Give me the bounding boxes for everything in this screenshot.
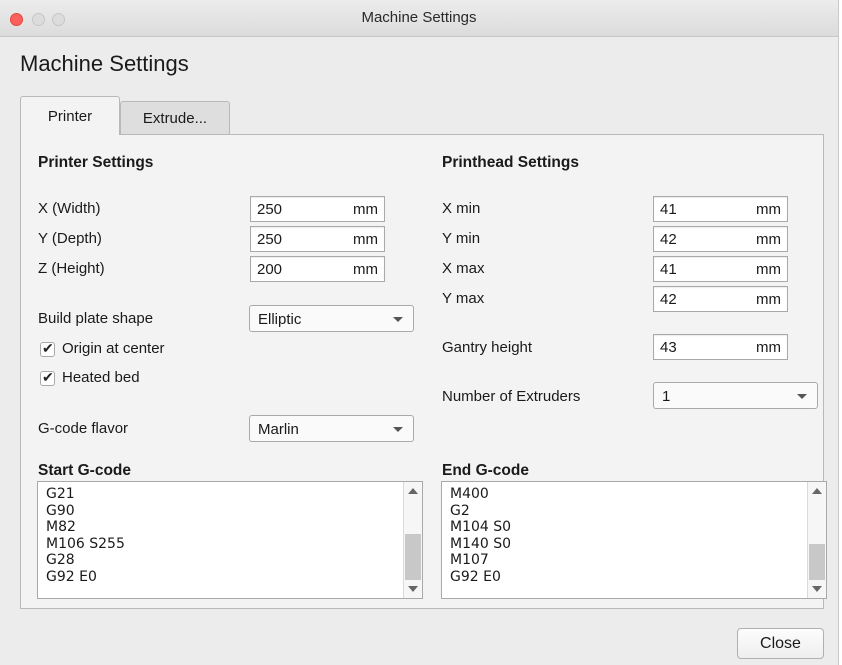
y-max-field[interactable]: 42 mm [653, 286, 788, 312]
code-line: M400 [450, 486, 489, 502]
scroll-down-arrow-icon[interactable] [408, 586, 418, 592]
printer-settings-heading: Printer Settings [38, 154, 154, 171]
y-min-field[interactable]: 42 mm [653, 226, 788, 252]
x-max-field[interactable]: 41 mm [653, 256, 788, 282]
printer-tab-panel: Printer Settings X (Width) 250 mm Y (Dep… [20, 134, 827, 609]
end-gcode-heading: End G-code [442, 462, 529, 479]
scroll-thumb[interactable] [405, 534, 421, 580]
x-width-value: 250 [257, 201, 283, 218]
build-plate-shape-value: Elliptic [258, 311, 302, 328]
code-line: G92 E0 [450, 568, 501, 585]
x-max-label: X max [442, 260, 485, 277]
gcode-flavor-value: Marlin [258, 421, 299, 438]
scroll-thumb[interactable] [809, 544, 825, 580]
y-max-value: 42 [660, 291, 677, 308]
code-line: M104 S0 [450, 519, 512, 535]
z-height-field[interactable]: 200 mm [250, 256, 385, 282]
scroll-down-arrow-icon[interactable] [812, 586, 822, 592]
z-height-unit: mm [353, 261, 378, 278]
x-min-label: X min [442, 200, 481, 217]
scroll-up-arrow-icon[interactable] [408, 488, 418, 494]
gantry-height-label: Gantry height [442, 339, 533, 356]
y-min-unit: mm [756, 231, 781, 248]
x-max-unit: mm [756, 261, 781, 278]
y-min-value: 42 [660, 231, 677, 248]
start-gcode-scrollbar[interactable] [403, 482, 422, 598]
chevron-down-icon [797, 394, 807, 399]
chevron-down-icon [393, 427, 403, 432]
checkmark-icon: ✔ [42, 340, 54, 356]
code-line: G28 [46, 552, 75, 568]
chevron-down-icon [393, 317, 403, 322]
x-min-unit: mm [756, 201, 781, 218]
machine-settings-window: Machine Settings Machine Settings Printe… [0, 0, 839, 665]
y-max-unit: mm [756, 291, 781, 308]
close-button[interactable]: Close [737, 628, 824, 659]
printhead-settings-heading: Printhead Settings [442, 154, 579, 171]
start-gcode-lines: G21 G90 M82 M106 S255 G28 G92 E0 [46, 486, 125, 585]
title-bar: Machine Settings [0, 0, 838, 37]
start-gcode-heading: Start G-code [38, 462, 132, 479]
code-line: M82 [46, 519, 76, 535]
code-line: M107 [450, 552, 489, 568]
window-title: Machine Settings [361, 9, 477, 26]
x-min-field[interactable]: 41 mm [653, 196, 788, 222]
page-title: Machine Settings [20, 51, 189, 76]
z-height-value: 200 [257, 261, 283, 278]
origin-at-center-label[interactable]: Origin at center [62, 340, 165, 357]
code-line: G90 [46, 502, 75, 519]
scroll-up-arrow-icon[interactable] [812, 488, 822, 494]
z-height-label: Z (Height) [38, 260, 105, 277]
gantry-height-field[interactable]: 43 mm [653, 334, 788, 360]
y-max-label: Y max [442, 290, 485, 307]
gantry-height-value: 43 [660, 339, 677, 356]
x-width-field[interactable]: 250 mm [250, 196, 385, 222]
x-max-value: 41 [660, 261, 677, 278]
gcode-flavor-label: G-code flavor [38, 420, 129, 437]
code-line: G2 [450, 502, 470, 519]
gantry-height-unit: mm [756, 339, 781, 356]
build-plate-shape-label: Build plate shape [38, 310, 154, 327]
heated-bed-checkbox[interactable]: ✔ [40, 369, 55, 386]
x-width-unit: mm [353, 201, 378, 218]
y-depth-value: 250 [257, 231, 283, 248]
start-gcode-editor[interactable]: G21 G90 M82 M106 S255 G28 G92 E0 [37, 481, 423, 599]
number-of-extruders-select[interactable]: 1 [653, 382, 818, 409]
end-gcode-lines: M400 G2 M104 S0 M140 S0 M107 G92 E0 [450, 486, 511, 585]
code-line: M106 S255 [46, 535, 125, 552]
code-line: G21 [46, 486, 75, 502]
number-of-extruders-value: 1 [662, 388, 671, 405]
build-plate-shape-select[interactable]: Elliptic [249, 305, 414, 332]
checkmark-icon: ✔ [42, 369, 54, 385]
x-width-label: X (Width) [38, 200, 101, 217]
y-min-label: Y min [442, 230, 481, 247]
x-min-value: 41 [660, 201, 677, 218]
code-line: G92 E0 [46, 568, 97, 585]
gcode-flavor-select[interactable]: Marlin [249, 415, 414, 442]
end-gcode-scrollbar[interactable] [807, 482, 826, 598]
heated-bed-label[interactable]: Heated bed [62, 369, 140, 386]
code-line: M140 S0 [450, 535, 512, 552]
y-depth-label: Y (Depth) [38, 230, 102, 247]
y-depth-unit: mm [353, 231, 378, 248]
tab-extruder[interactable]: Extrude... [120, 101, 230, 134]
y-depth-field[interactable]: 250 mm [250, 226, 385, 252]
tab-printer[interactable]: Printer [20, 96, 120, 135]
end-gcode-editor[interactable]: M400 G2 M104 S0 M140 S0 M107 G92 E0 [441, 481, 827, 599]
origin-at-center-checkbox[interactable]: ✔ [40, 340, 55, 357]
number-of-extruders-label: Number of Extruders [442, 388, 581, 405]
